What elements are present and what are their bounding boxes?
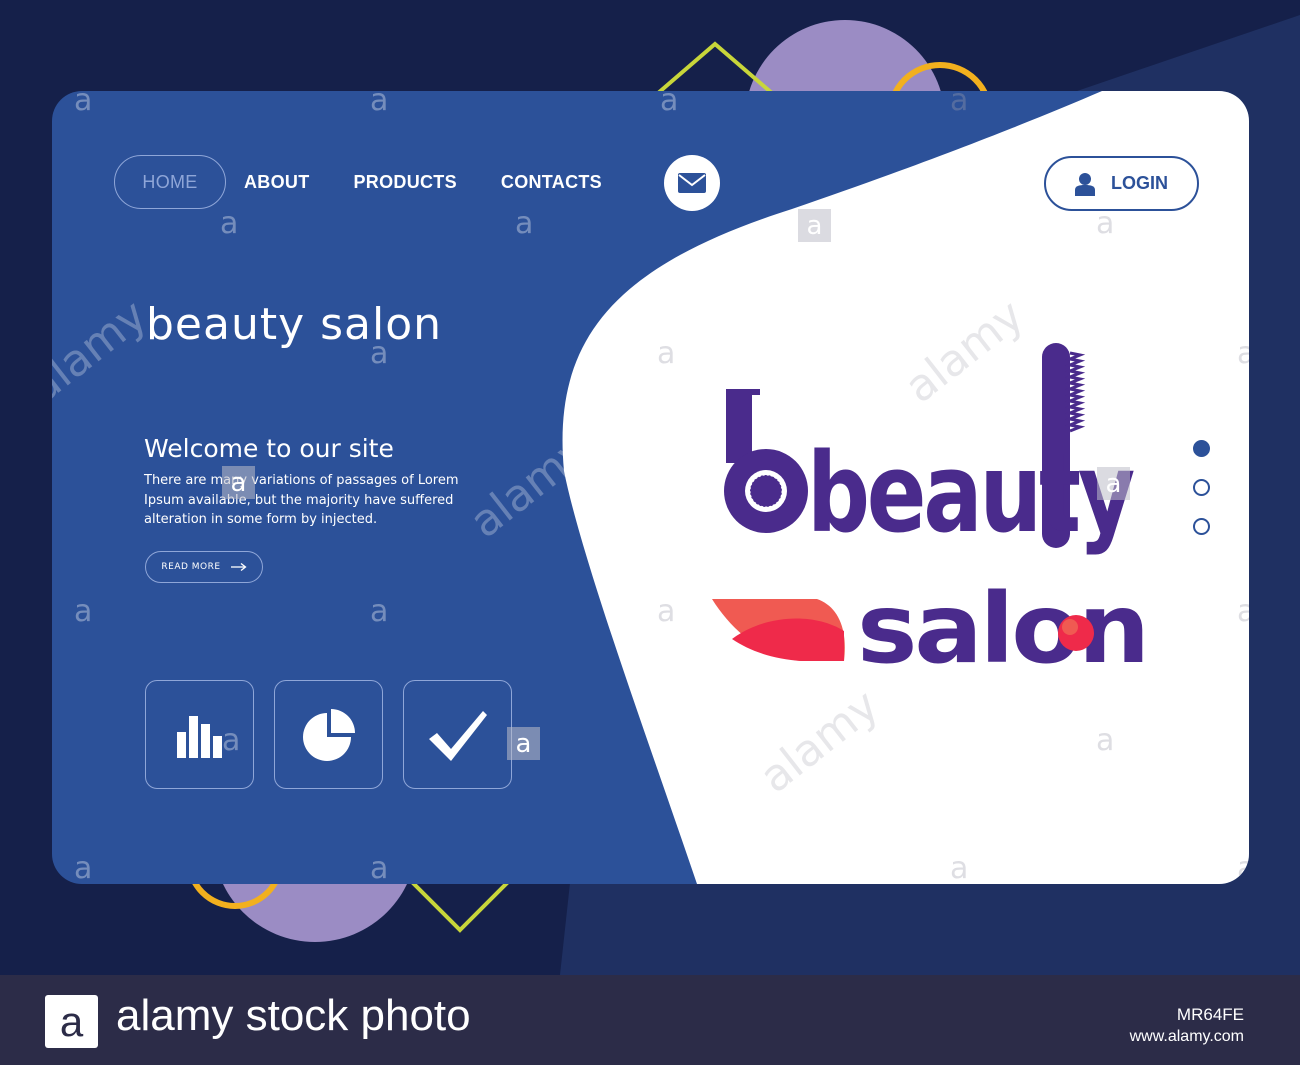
- watermark-letter: a: [220, 206, 239, 241]
- logo-word-beauty: beauty: [807, 429, 1134, 557]
- footer-url: www.alamy.com: [1129, 1028, 1244, 1045]
- watermark-letter: a: [1096, 723, 1115, 758]
- watermark-letter: a: [370, 594, 389, 629]
- read-more-button[interactable]: READ MORE: [145, 551, 263, 583]
- stock-footer: a alamy stock photo MR64FE www.alamy.com: [0, 975, 1300, 1065]
- bar-chart-icon: [176, 715, 222, 758]
- nav-home[interactable]: HOME: [114, 155, 226, 209]
- checkmark-icon: [428, 710, 487, 761]
- feature-checkmark[interactable]: [403, 680, 512, 789]
- main-nav: HOME ABOUT PRODUCTS CONTACTS: [114, 155, 646, 209]
- watermark-letter: a: [74, 594, 93, 629]
- watermark-letter: a: [660, 91, 679, 118]
- nav-about[interactable]: ABOUT: [244, 172, 310, 193]
- watermark-letter: a: [657, 336, 676, 371]
- watermark-letter: a: [950, 91, 969, 118]
- watermark-letter: a: [1237, 851, 1249, 884]
- watermark-letter: a: [370, 91, 389, 118]
- feature-pie-chart[interactable]: [274, 680, 383, 789]
- slider-dot-1[interactable]: [1193, 440, 1210, 457]
- mail-button[interactable]: [664, 155, 720, 211]
- logo-word-salon: salon: [857, 573, 1147, 681]
- watermark-letter: a: [657, 594, 676, 629]
- read-more-label: READ MORE: [161, 562, 221, 572]
- nav-products[interactable]: PRODUCTS: [354, 172, 457, 193]
- watermark-letter-box: a: [798, 209, 831, 242]
- login-button[interactable]: LOGIN: [1044, 156, 1199, 211]
- arrow-right-icon: [230, 563, 247, 571]
- slider-dot-2[interactable]: [1193, 479, 1210, 496]
- hair-dryer-icon: [724, 389, 808, 533]
- watermark-letter-box: a: [222, 466, 255, 499]
- user-icon: [1075, 172, 1095, 196]
- watermark-letter-box: a: [1097, 467, 1130, 500]
- welcome-heading: Welcome to our site: [144, 434, 394, 463]
- alamy-logo: a: [45, 995, 98, 1048]
- watermark-letter: a: [1237, 594, 1249, 629]
- login-label: LOGIN: [1111, 173, 1168, 193]
- watermark-letter: a: [74, 91, 93, 118]
- watermark-letter: a: [370, 851, 389, 884]
- landing-card: HOME ABOUT PRODUCTS CONTACTS LOGIN beaut…: [52, 91, 1249, 884]
- watermark-letter: a: [515, 206, 534, 241]
- watermark-letter: a: [950, 851, 969, 884]
- watermark-letter: a: [74, 851, 93, 884]
- watermark-letter: a: [370, 336, 389, 371]
- watermark-letter-box: a: [507, 727, 540, 760]
- watermark-letter: a: [222, 723, 241, 758]
- image-id: MR64FE: [1176, 1005, 1244, 1024]
- watermark-letter: a: [1096, 206, 1115, 241]
- hero-title: beauty salon: [146, 299, 443, 350]
- leaf-icon: [712, 599, 845, 661]
- envelope-icon: [678, 173, 706, 193]
- watermark-letter: a: [1237, 336, 1249, 371]
- pie-chart-icon: [302, 708, 355, 761]
- intro-paragraph: There are many variations of passages of…: [144, 473, 459, 527]
- nav-contacts[interactable]: CONTACTS: [501, 172, 602, 193]
- slider-dot-3[interactable]: [1193, 518, 1210, 535]
- footer-brand: alamy stock photo: [116, 991, 471, 1040]
